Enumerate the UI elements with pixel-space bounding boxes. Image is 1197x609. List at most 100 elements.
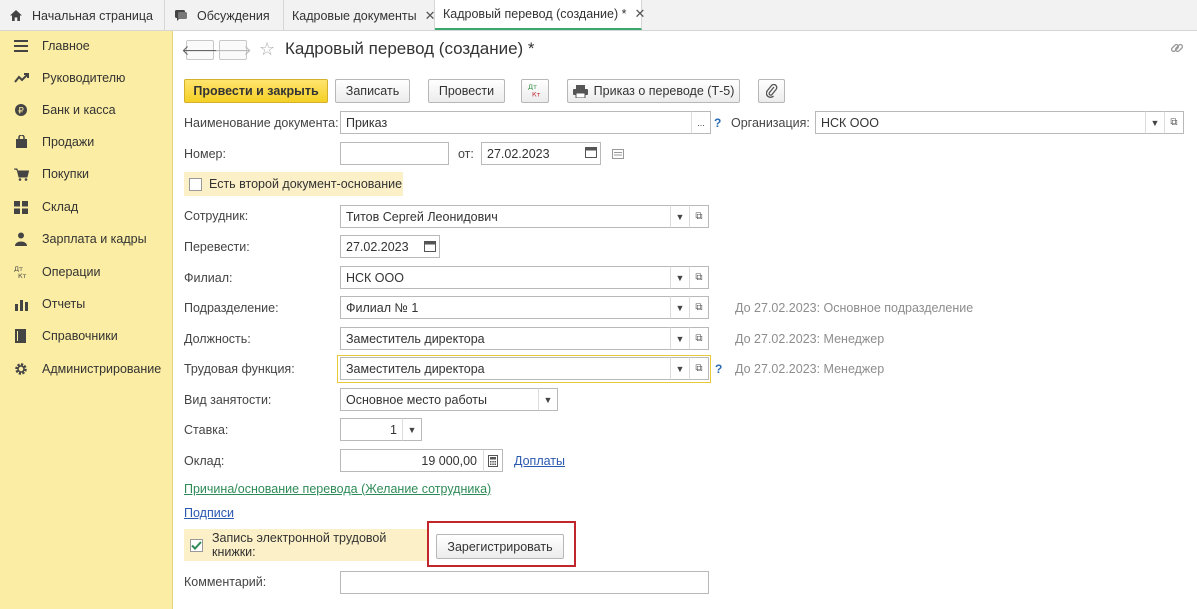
sidebar-item-sales[interactable]: Продажи [0, 128, 172, 156]
chevron-down-icon[interactable]: ▼ [670, 296, 690, 319]
sidebar-item-salary-hr[interactable]: Зарплата и кадры [0, 225, 172, 253]
chevron-down-icon[interactable]: ▼ [670, 266, 690, 289]
sidebar-item-bank[interactable]: ₽ Банк и касса [0, 96, 172, 124]
date-from-label: от: [458, 147, 474, 161]
calendar-icon[interactable] [585, 146, 597, 161]
help-icon[interactable]: ? [714, 116, 721, 130]
transfer-date-value: 27.02.2023 [346, 239, 409, 254]
signatures-link[interactable]: Подписи [184, 506, 234, 520]
register-button[interactable]: Зарегистрировать [436, 534, 564, 559]
sidebar-item-label: Зарплата и кадры [42, 232, 147, 246]
attach-button[interactable] [758, 79, 785, 103]
calculator-icon[interactable] [483, 449, 503, 472]
sidebar-item-directories[interactable]: Справочники [0, 322, 172, 350]
date-field[interactable]: 27.02.2023 [481, 142, 601, 165]
department-label: Подразделение: [184, 301, 279, 315]
salary-field[interactable]: 19 000,00 [340, 449, 484, 472]
open-icon[interactable]: ⧉ [689, 327, 709, 350]
position-label: Должность: [184, 332, 251, 346]
print-order-button[interactable]: Приказ о переводе (Т-5) [567, 79, 740, 103]
chevron-down-icon[interactable]: ▼ [670, 205, 690, 228]
tab-hr-transfer[interactable]: Кадровый перевод (создание) * ✕ [435, 0, 645, 30]
extra-payments-link[interactable]: Доплаты [514, 454, 565, 468]
svg-text:₽: ₽ [18, 107, 24, 117]
sidebar-item-warehouse[interactable]: Склад [0, 193, 172, 221]
sidebar-item-reports[interactable]: Отчеты [0, 290, 172, 318]
organization-field[interactable]: НСК ООО [815, 111, 1146, 134]
favorite-star-icon[interactable]: ☆ [259, 39, 275, 60]
back-button[interactable]: 🡐 [181, 40, 219, 60]
coin-icon: ₽ [13, 102, 29, 118]
employee-field[interactable]: Титов Сергей Леонидович [340, 205, 671, 228]
arrow-left-icon: 🡐 [181, 41, 219, 58]
sidebar-item-main[interactable]: Главное [0, 32, 172, 60]
book-icon [13, 328, 29, 344]
chevron-down-icon[interactable]: ▼ [670, 327, 690, 350]
document-form: 🡐 🡒 ☆ Кадровый перевод (создание) * Пров… [174, 31, 1197, 609]
rate-field[interactable]: 1 [340, 418, 403, 441]
second-basis-checkbox[interactable] [189, 177, 202, 191]
employee-label: Сотрудник: [184, 209, 249, 223]
print-order-label: Приказ о переводе (Т-5) [593, 84, 735, 98]
open-icon[interactable]: ⧉ [689, 266, 709, 289]
position-field[interactable]: Заместитель директора [340, 327, 671, 350]
employee-value: Титов Сергей Леонидович [346, 209, 498, 224]
chevron-down-icon[interactable]: ▼ [670, 357, 690, 380]
tab-discussions[interactable]: Обсуждения [165, 0, 284, 31]
link-icon[interactable] [1170, 41, 1184, 58]
etk-checkbox[interactable] [190, 538, 203, 552]
employment-type-label: Вид занятости: [184, 393, 272, 407]
sidebar-item-label: Операции [42, 265, 101, 279]
comment-field[interactable] [340, 571, 709, 594]
warehouse-grid-icon [13, 199, 29, 215]
doc-name-field[interactable]: Приказ [340, 111, 692, 134]
organization-label: Организация: [731, 116, 810, 130]
sidebar-item-operations[interactable]: Дт Кт Операции [0, 258, 172, 286]
document-history-icon[interactable] [612, 148, 624, 162]
sidebar-item-label: Руководителю [42, 71, 126, 85]
chevron-down-icon[interactable]: ▼ [538, 388, 558, 411]
second-basis-checkbox-row[interactable]: Есть второй документ-основание [184, 172, 403, 196]
dt-kt-button[interactable]: Дт Кт [521, 79, 549, 103]
open-icon[interactable]: ⧉ [689, 296, 709, 319]
doc-name-choose-button[interactable]: ... [691, 111, 711, 134]
save-button[interactable]: Записать [335, 79, 410, 103]
svg-text:Кт: Кт [532, 90, 541, 98]
number-field[interactable] [340, 142, 449, 165]
chevron-down-icon[interactable]: ▼ [402, 418, 422, 441]
help-icon[interactable]: ? [715, 362, 722, 376]
etk-checkbox-row[interactable]: Запись электронной трудовой книжки: [184, 529, 427, 561]
close-icon[interactable]: ✕ [634, 6, 645, 22]
open-icon[interactable]: ⧉ [1164, 111, 1184, 134]
tab-home[interactable]: Начальная страница [0, 0, 165, 31]
forward-button[interactable]: 🡒 [214, 40, 252, 60]
doc-name-value: Приказ [346, 115, 388, 130]
labor-function-field[interactable]: Заместитель директора [340, 357, 671, 380]
post-button[interactable]: Провести [428, 79, 505, 103]
post-and-close-button[interactable]: Провести и закрыть [184, 79, 328, 103]
trend-chart-icon [13, 70, 29, 86]
rate-label: Ставка: [184, 423, 229, 437]
tab-label: Обсуждения [197, 8, 270, 23]
employment-type-field[interactable]: Основное место работы [340, 388, 539, 411]
open-icon[interactable]: ⧉ [689, 205, 709, 228]
sidebar-item-label: Отчеты [42, 297, 86, 311]
transfer-reason-link[interactable]: Причина/основание перевода (Желание сотр… [184, 482, 491, 496]
calendar-icon[interactable] [424, 240, 436, 255]
branch-field[interactable]: НСК ООО [340, 266, 671, 289]
department-field[interactable]: Филиал № 1 [340, 296, 671, 319]
department-value: Филиал № 1 [346, 300, 419, 315]
tab-label: Кадровые документы [292, 8, 417, 23]
close-icon[interactable]: ✕ [425, 8, 436, 24]
sidebar-item-label: Справочники [42, 329, 118, 343]
sidebar-item-manager[interactable]: Руководителю [0, 64, 172, 92]
sidebar-item-administration[interactable]: Администрирование [0, 355, 172, 383]
cart-icon [13, 166, 29, 182]
tab-label: Начальная страница [32, 8, 153, 23]
open-icon[interactable]: ⧉ [689, 357, 709, 380]
sidebar-item-label: Покупки [42, 167, 90, 181]
tab-hr-documents[interactable]: Кадровые документы ✕ [284, 0, 436, 31]
chevron-down-icon[interactable]: ▼ [1145, 111, 1165, 134]
printer-icon [572, 84, 588, 98]
sidebar-item-purchases[interactable]: Покупки [0, 160, 172, 188]
